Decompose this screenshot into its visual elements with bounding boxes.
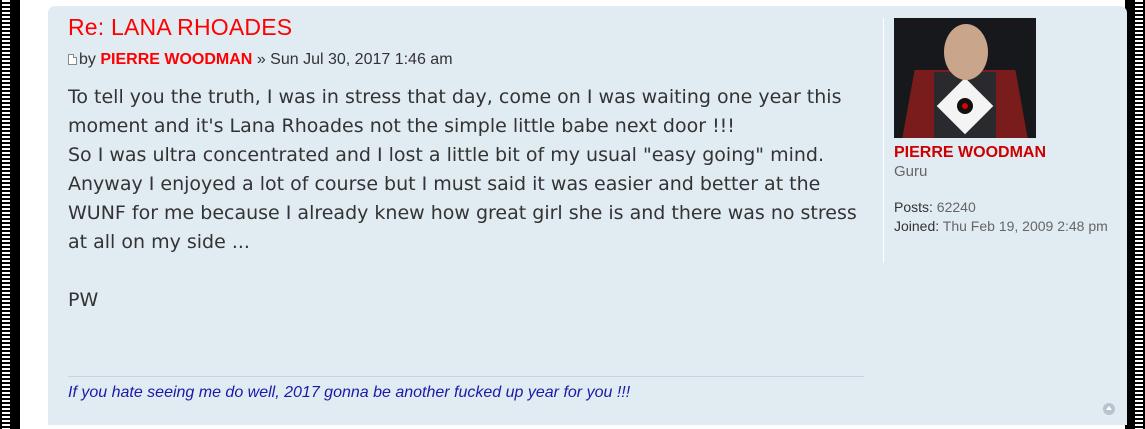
signature: If you hate seeing me do well, 2017 gonn… bbox=[68, 384, 631, 401]
post-body: Re: LANA RHOADES by PIERRE WOODMAN » Sun… bbox=[68, 14, 868, 315]
spider-mark bbox=[962, 103, 968, 109]
post-icon[interactable] bbox=[68, 54, 77, 66]
post-paragraph: Anyway I enjoyed a lot of course but I m… bbox=[68, 173, 857, 253]
post-frame: Re: LANA RHOADES by PIERRE WOODMAN » Sun… bbox=[20, 0, 1127, 429]
post-timestamp: Sun Jul 30, 2017 1:46 am bbox=[270, 51, 453, 68]
joined-label: Joined: bbox=[894, 218, 940, 234]
right-border-strip bbox=[1135, 0, 1143, 429]
signature-divider bbox=[68, 376, 864, 377]
profile-posts: Posts: 62240 bbox=[894, 198, 1124, 217]
profile-stats: Posts: 62240 Joined: Thu Feb 19, 2009 2:… bbox=[894, 198, 1124, 236]
forum-post: Re: LANA RHOADES by PIERRE WOODMAN » Sun… bbox=[48, 6, 1127, 425]
joined-date: Thu Feb 19, 2009 2:48 pm bbox=[942, 218, 1108, 234]
by-label: by bbox=[79, 51, 96, 68]
post-title[interactable]: Re: LANA RHOADES bbox=[68, 14, 868, 41]
profile-rank: Guru bbox=[894, 163, 928, 180]
separator: » bbox=[256, 51, 266, 68]
profile-username[interactable]: PIERRE WOODMAN bbox=[894, 144, 1124, 162]
post-profile: PIERRE WOODMAN Guru Posts: 62240 Joined:… bbox=[883, 18, 1124, 263]
post-paragraph: PW bbox=[68, 289, 99, 311]
back-to-top-icon[interactable] bbox=[1103, 403, 1115, 415]
posts-label: Posts: bbox=[894, 199, 933, 215]
avatar-head bbox=[944, 24, 988, 80]
profile-joined: Joined: Thu Feb 19, 2009 2:48 pm bbox=[894, 217, 1124, 236]
author-link[interactable]: PIERRE WOODMAN bbox=[100, 51, 252, 68]
posts-count[interactable]: 62240 bbox=[937, 199, 976, 215]
post-paragraph: To tell you the truth, I was in stress t… bbox=[68, 86, 842, 137]
left-border-strip bbox=[2, 0, 10, 429]
post-author-line: by PIERRE WOODMAN » Sun Jul 30, 2017 1:4… bbox=[68, 51, 868, 69]
avatar[interactable] bbox=[894, 18, 1036, 138]
post-paragraph: So I was ultra concentrated and I lost a… bbox=[68, 144, 825, 166]
post-content: To tell you the truth, I was in stress t… bbox=[68, 83, 868, 315]
